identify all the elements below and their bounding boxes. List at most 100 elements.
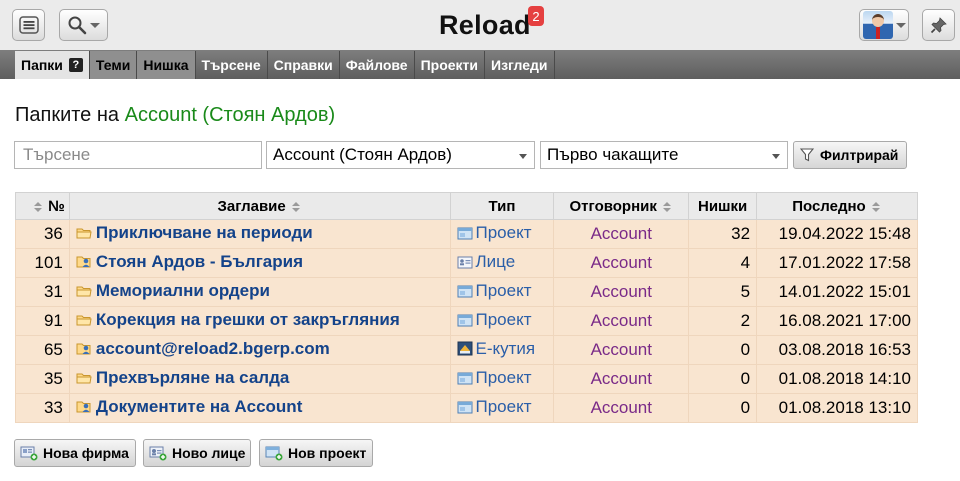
tab-folders[interactable]: Папки ? <box>15 51 90 79</box>
folder-type: Проект <box>475 368 532 387</box>
tab-search[interactable]: Търсене <box>196 51 268 79</box>
owner-link[interactable]: Account <box>553 364 690 394</box>
user-folder-icon <box>76 254 92 274</box>
folder-title-link[interactable]: Документите на Account <box>68 393 451 423</box>
user-folder-icon <box>76 341 92 361</box>
table-row[interactable]: 36 Приключване на периоди Проект Account 32 1… <box>15 219 918 249</box>
folder-type-link[interactable]: Е-кутия <box>449 335 555 365</box>
column-header-number[interactable]: № <box>15 192 70 220</box>
folder-title: Стоян Ардов - България <box>95 252 304 271</box>
menu-button[interactable] <box>12 9 45 41</box>
user-menu-button[interactable] <box>859 9 909 41</box>
row-number: 101 <box>15 248 70 278</box>
pin-button[interactable] <box>922 9 955 41</box>
order-select-value: Първо чакащите <box>547 145 679 164</box>
project-icon <box>457 225 473 245</box>
folder-type: Проект <box>475 310 532 329</box>
chevron-down-icon <box>895 22 906 28</box>
tab-reports[interactable]: Справки <box>268 51 340 79</box>
last-activity: 16.08.2021 17:00 <box>756 306 918 336</box>
app-header: Reload 2 <box>0 0 960 50</box>
tab-files[interactable]: Файлове <box>340 51 415 79</box>
person-card-icon <box>457 254 473 274</box>
threads-count: 0 <box>688 364 758 394</box>
new-project-label: Нов проект <box>288 445 367 461</box>
search-input[interactable] <box>14 141 262 169</box>
tab-topics[interactable]: Теми <box>89 51 138 79</box>
column-header-last[interactable]: Последно <box>756 192 918 220</box>
help-icon[interactable]: ? <box>68 58 83 72</box>
table-row[interactable]: 35 Прехвърляне на салда Проект Account 0 01.0… <box>15 364 918 394</box>
folder-type-link[interactable]: Проект <box>449 393 555 423</box>
table-row[interactable]: 91 Корекция на грешки от закръгляния Проек… <box>15 306 918 336</box>
last-activity: 03.08.2018 16:53 <box>756 335 918 365</box>
new-person-icon <box>149 446 167 461</box>
folder-title-link[interactable]: Прехвърляне на салда <box>68 364 451 394</box>
hamburger-icon <box>18 16 39 34</box>
row-number: 65 <box>15 335 70 365</box>
owner-link[interactable]: Account <box>553 335 690 365</box>
table-row[interactable]: 33 Документите на Account Проект Account 0 01… <box>15 393 918 423</box>
folder-type: Проект <box>475 281 532 300</box>
folder-type-link[interactable]: Проект <box>449 219 555 249</box>
owner-link[interactable]: Account <box>553 219 690 249</box>
column-header-threads: Нишки <box>688 192 758 220</box>
folder-type: Проект <box>475 397 532 416</box>
tab-projects[interactable]: Проекти <box>415 51 486 79</box>
row-number: 31 <box>15 277 70 307</box>
folder-type-link[interactable]: Лице <box>449 248 555 278</box>
new-project-button[interactable]: Нов проект <box>259 439 373 467</box>
new-company-icon <box>20 446 38 461</box>
folder-type-link[interactable]: Проект <box>449 306 555 336</box>
sort-icon <box>663 201 672 212</box>
folder-type-link[interactable]: Проект <box>449 364 555 394</box>
owner-link[interactable]: Account <box>553 393 690 423</box>
last-activity: 17.01.2022 17:58 <box>756 248 918 278</box>
column-header-title[interactable]: Заглавие <box>68 192 451 220</box>
filter-button[interactable]: Филтрирай <box>793 141 907 169</box>
threads-count: 2 <box>688 306 758 336</box>
search-icon <box>68 16 87 35</box>
page-title-owner-link[interactable]: Account (Стоян Ардов) <box>125 104 336 126</box>
user-select-value: Account (Стоян Ардов) <box>273 145 452 164</box>
app-title[interactable]: Reload <box>439 10 531 41</box>
row-number: 35 <box>15 364 70 394</box>
chevron-down-icon <box>772 154 780 159</box>
owner-link[interactable]: Account <box>553 248 690 278</box>
column-header-owner[interactable]: Отговорник <box>553 192 690 220</box>
table-row[interactable]: 65 account@reload2.bgerp.com Е-кутия Accoun… <box>15 335 918 365</box>
row-number: 33 <box>15 393 70 423</box>
folder-title-link[interactable]: Мемориални ордери <box>68 277 451 307</box>
chevron-down-icon <box>519 154 527 159</box>
folder-title-link[interactable]: Стоян Ардов - България <box>68 248 451 278</box>
project-icon <box>457 399 473 419</box>
order-select[interactable]: Първо чакащите <box>540 141 788 169</box>
threads-count: 5 <box>688 277 758 307</box>
sort-icon <box>871 201 880 212</box>
user-folder-icon <box>76 399 92 419</box>
owner-link[interactable]: Account <box>553 277 690 307</box>
tab-views[interactable]: Изгледи <box>485 51 555 79</box>
folder-title-link[interactable]: Корекция на грешки от закръгляния <box>68 306 451 336</box>
last-activity: 14.01.2022 15:01 <box>756 277 918 307</box>
filter-button-label: Филтрирай <box>820 147 899 163</box>
folder-type: Лице <box>475 252 516 271</box>
folder-title-link[interactable]: account@reload2.bgerp.com <box>68 335 451 365</box>
table-row[interactable]: 101 Стоян Ардов - България Лице Account 4 17.… <box>15 248 918 278</box>
new-person-button[interactable]: Ново лице <box>143 439 251 467</box>
search-dropdown-button[interactable] <box>59 9 108 41</box>
folder-icon <box>76 283 92 303</box>
notification-badge[interactable]: 2 <box>528 6 544 26</box>
folder-title-link[interactable]: Приключване на периоди <box>68 219 451 249</box>
user-select[interactable]: Account (Стоян Ардов) <box>266 141 535 169</box>
folder-title: Прехвърляне на салда <box>95 368 290 387</box>
owner-link[interactable]: Account <box>553 306 690 336</box>
table-row[interactable]: 31 Мемориални ордери Проект Account 5 14.01.2… <box>15 277 918 307</box>
page-title: Папките на Account (Стоян Ардов) <box>15 104 335 127</box>
threads-count: 4 <box>688 248 758 278</box>
inbox-icon <box>457 341 473 361</box>
tab-thread[interactable]: Нишка <box>137 51 196 79</box>
folder-type-link[interactable]: Проект <box>449 277 555 307</box>
new-company-button[interactable]: Нова фирма <box>14 439 136 467</box>
folder-title: Корекция на грешки от закръгляния <box>95 310 400 329</box>
